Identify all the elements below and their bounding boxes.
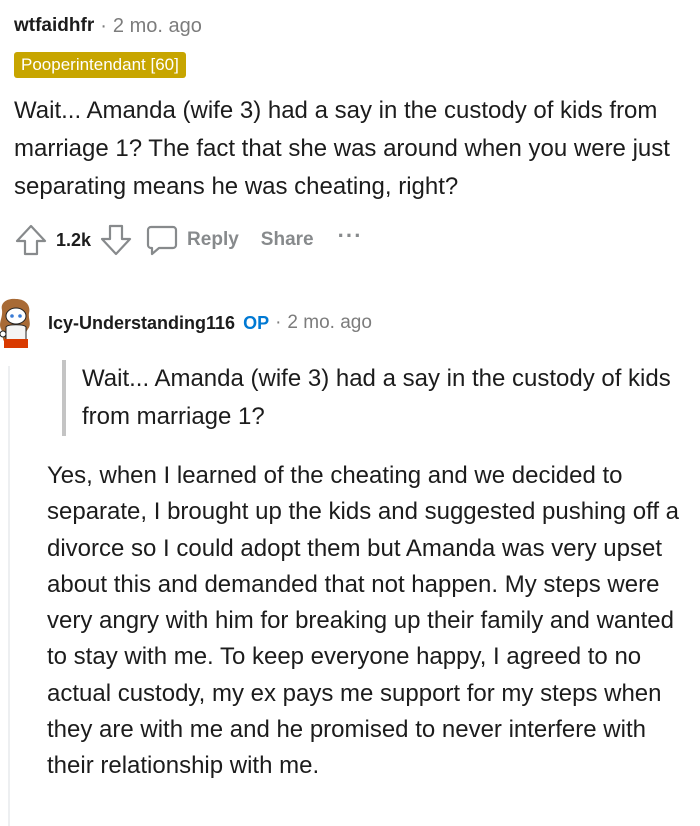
snoo-avatar-icon[interactable] (0, 296, 34, 350)
op-badge: OP (243, 312, 270, 333)
comment-meta: wtfaidhfr · 2 mo. ago (14, 14, 686, 38)
comment-body: Wait... Amanda (wife 3) had a say in the… (14, 97, 670, 200)
share-button[interactable]: Share (261, 229, 314, 251)
reply-button[interactable]: Reply (145, 223, 239, 257)
user-flair: Pooperintendant [60] (14, 52, 186, 78)
timestamp[interactable]: 2 mo. ago (287, 312, 372, 334)
comment-actions: 1.2k Reply Share ··· (14, 220, 363, 260)
meta-separator: · (100, 14, 107, 37)
timestamp[interactable]: 2 mo. ago (113, 15, 202, 38)
comment-wtfaidhfr: wtfaidhfr · 2 mo. ago Pooperintendant [6… (14, 14, 686, 206)
blockquote: Wait... Amanda (wife 3) had a say in the… (62, 360, 692, 436)
comment-meta-op: Icy-Understanding116 OP · 2 mo. ago (48, 312, 372, 334)
downvote-icon[interactable] (99, 223, 133, 257)
thread-line[interactable] (8, 366, 10, 826)
upvote-icon[interactable] (14, 223, 48, 257)
speech-bubble-icon (145, 223, 179, 257)
meta-separator: · (275, 312, 282, 333)
more-options-icon[interactable]: ··· (338, 223, 363, 249)
comment-body: Yes, when I learned of the cheating and … (47, 462, 680, 780)
username-link[interactable]: Icy-Understanding116 (48, 313, 235, 334)
username-link[interactable]: wtfaidhfr (14, 15, 94, 37)
reply-label: Reply (187, 229, 239, 250)
vote-count: 1.2k (56, 229, 92, 250)
